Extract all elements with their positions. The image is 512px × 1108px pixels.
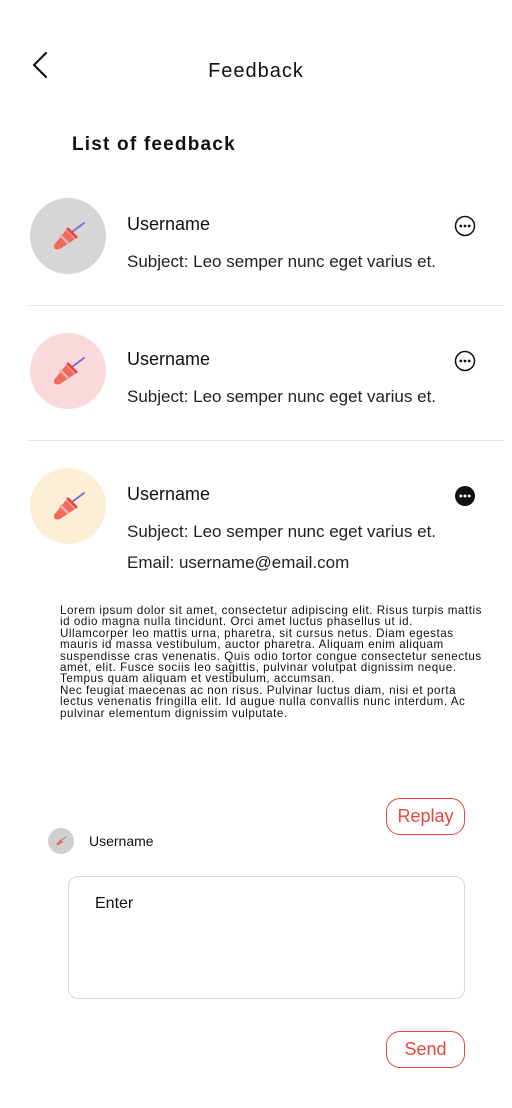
feedback-item-expanded[interactable]: Username Subject: Leo semper nunc eget v… xyxy=(28,466,503,586)
avatar xyxy=(30,468,106,544)
feedback-username: Username xyxy=(127,484,211,504)
feedback-subject: Subject: Leo semper nunc eget varius et. xyxy=(127,387,437,406)
replay-button[interactable]: Replay xyxy=(386,798,465,835)
section-title: List of feedback xyxy=(72,134,236,155)
feedback-subject: Subject: Leo semper nunc eget varius et. xyxy=(127,522,437,541)
feedback-message-body: Lorem ipsum dolor sit amet, consectetur … xyxy=(60,605,485,719)
more-options-button[interactable] xyxy=(454,485,476,507)
reply-avatar xyxy=(48,828,74,854)
more-options-button[interactable] xyxy=(454,215,476,237)
paintbrush-icon xyxy=(53,492,85,520)
feedback-item[interactable]: Username Subject: Leo semper nunc eget v… xyxy=(28,196,503,306)
paintbrush-icon xyxy=(53,357,85,385)
more-horizontal-outline-icon xyxy=(454,215,476,237)
feedback-item[interactable]: Username Subject: Leo semper nunc eget v… xyxy=(28,331,503,441)
feedback-subject: Subject: Leo semper nunc eget varius et. xyxy=(127,252,437,271)
feedback-message-text: Lorem ipsum dolor sit amet, consectetur … xyxy=(60,604,482,720)
feedback-username: Username xyxy=(127,214,211,234)
paintbrush-icon xyxy=(56,836,67,846)
reply-input[interactable] xyxy=(68,876,465,999)
send-button[interactable]: Send xyxy=(386,1031,465,1068)
more-horizontal-outline-icon xyxy=(454,350,476,372)
feedback-username: Username xyxy=(127,349,211,369)
avatar xyxy=(30,198,106,274)
header: Feedback xyxy=(0,0,512,110)
more-options-button[interactable] xyxy=(454,350,476,372)
avatar xyxy=(30,333,106,409)
page-title: Feedback xyxy=(208,60,304,82)
reply-username: Username xyxy=(89,833,154,849)
more-horizontal-filled-icon xyxy=(455,486,475,506)
feedback-email: Email: username@email.com xyxy=(127,553,350,572)
paintbrush-icon xyxy=(53,222,85,250)
